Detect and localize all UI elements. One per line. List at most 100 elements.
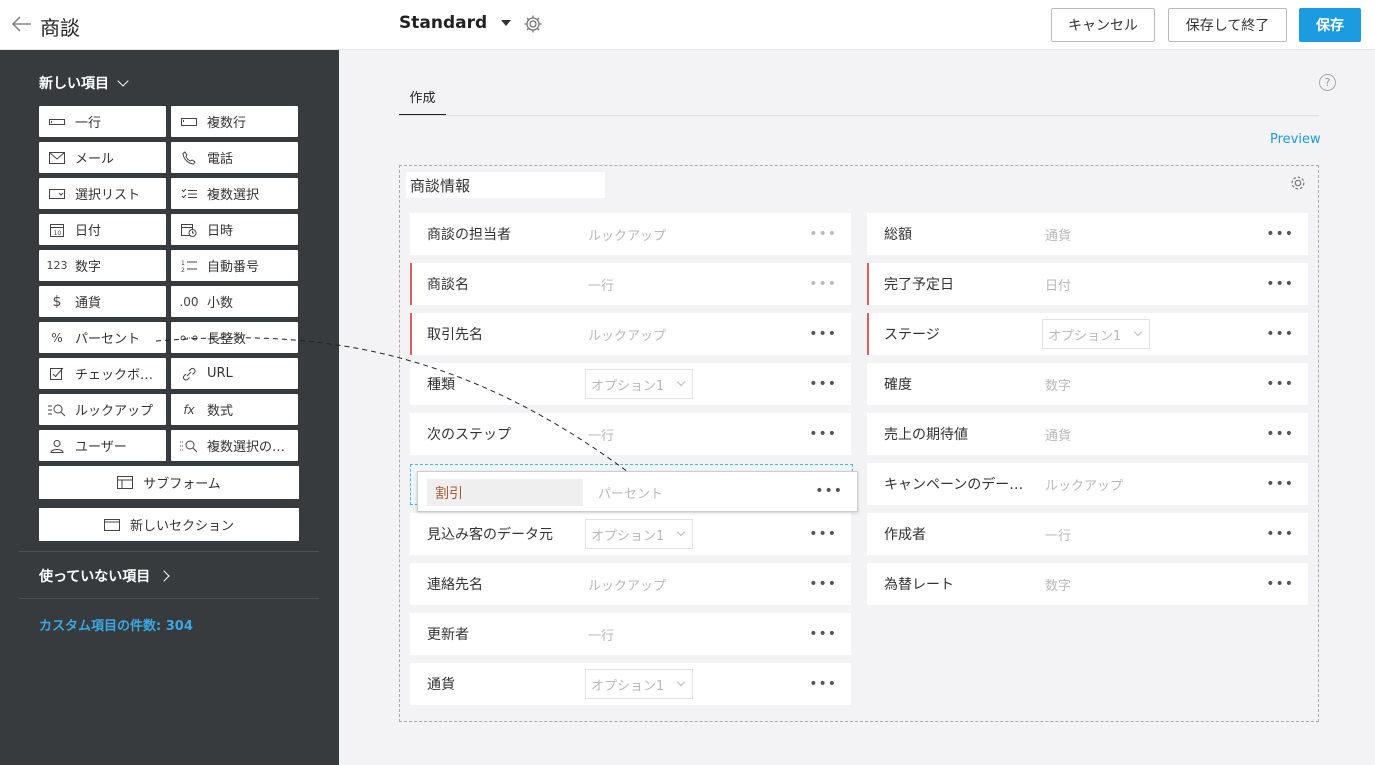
- more-options-icon[interactable]: •••: [809, 526, 837, 542]
- field-row[interactable]: 次のステップ 一行 •••: [410, 413, 851, 455]
- field-row[interactable]: キャンペーンのデー… ルックアップ •••: [867, 463, 1308, 505]
- palette-field-long-integer[interactable]: 長整数: [171, 322, 298, 353]
- field-select-preview: オプション1: [585, 669, 693, 699]
- currency-icon: $: [52, 293, 62, 310]
- palette-field-multi-lookup[interactable]: 複数選択の…: [171, 430, 298, 461]
- field-label[interactable]: 為替レート: [884, 574, 1034, 594]
- more-options-icon[interactable]: •••: [809, 576, 837, 592]
- field-label[interactable]: 見込み客のデータ元: [427, 524, 577, 544]
- sidebar-divider: [19, 551, 319, 552]
- palette-field-decimal[interactable]: .00 小数: [171, 286, 298, 317]
- dragging-field-card[interactable]: 割引 パーセント •••: [417, 471, 858, 512]
- more-options-icon[interactable]: •••: [809, 226, 837, 242]
- palette-field-datetime[interactable]: 日時: [171, 214, 298, 245]
- help-icon[interactable]: ?: [1319, 74, 1336, 91]
- gear-icon[interactable]: [523, 14, 543, 34]
- more-options-icon[interactable]: •••: [1266, 476, 1294, 492]
- field-label[interactable]: 通貨: [427, 674, 577, 694]
- field-row[interactable]: 売上の期待値 通貨 •••: [867, 413, 1308, 455]
- field-label[interactable]: 次のステップ: [427, 424, 577, 444]
- palette-field-label: 自動番号: [207, 260, 260, 275]
- field-row[interactable]: 総額 通貨 •••: [867, 213, 1308, 255]
- more-options-icon[interactable]: •••: [815, 483, 843, 499]
- preview-link[interactable]: Preview: [1270, 132, 1321, 147]
- field-row[interactable]: 商談の担当者 ルックアップ •••: [410, 213, 851, 255]
- more-options-icon[interactable]: •••: [1266, 226, 1294, 242]
- field-row[interactable]: 作成者 一行 •••: [867, 513, 1308, 555]
- layout-selector[interactable]: Standard: [399, 13, 512, 33]
- palette-field-lookup[interactable]: ルックアップ: [39, 394, 166, 425]
- field-row[interactable]: 連絡先名 ルックアップ •••: [410, 563, 851, 605]
- field-label[interactable]: 作成者: [884, 524, 1034, 544]
- palette-field-mail[interactable]: メール: [39, 142, 166, 173]
- field-label[interactable]: 更新者: [427, 624, 577, 644]
- section-title[interactable]: 商談情報: [406, 172, 605, 198]
- field-label[interactable]: キャンペーンのデー…: [884, 474, 1034, 494]
- subform-label: サブフォーム: [143, 477, 221, 492]
- field-label[interactable]: 総額: [884, 224, 1034, 244]
- new-section-button[interactable]: 新しいセクション: [39, 508, 299, 541]
- field-row[interactable]: 見込み客のデータ元 オプション1 •••: [410, 513, 851, 555]
- field-placeholder: 一行: [1045, 528, 1072, 544]
- save-and-close-button[interactable]: 保存して終了: [1168, 8, 1287, 42]
- field-label[interactable]: 完了予定日: [884, 274, 1034, 294]
- subform-button[interactable]: サブフォーム: [39, 466, 299, 499]
- cancel-button[interactable]: キャンセル: [1051, 8, 1155, 42]
- palette-field-picklist[interactable]: 選択リスト: [39, 178, 166, 209]
- field-row[interactable]: 種類 オプション1 •••: [410, 363, 851, 405]
- more-options-icon[interactable]: •••: [1266, 326, 1294, 342]
- palette-field-multiselect[interactable]: 複数選択: [171, 178, 298, 209]
- palette-field-date[interactable]: 10 日付: [39, 214, 166, 245]
- field-label[interactable]: 売上の期待値: [884, 424, 1034, 444]
- field-label[interactable]: 商談の担当者: [427, 224, 577, 244]
- palette-field-phone[interactable]: 電話: [171, 142, 298, 173]
- field-row[interactable]: ステージ オプション1 •••: [867, 313, 1308, 355]
- more-options-icon[interactable]: •••: [809, 326, 837, 342]
- palette-field-number[interactable]: 123 数字: [39, 250, 166, 281]
- field-row[interactable]: 取引先名 ルックアップ •••: [410, 313, 851, 355]
- more-options-icon[interactable]: •••: [1266, 576, 1294, 592]
- save-button[interactable]: 保存: [1299, 8, 1361, 42]
- tab-create[interactable]: 作成: [399, 78, 446, 116]
- palette-field-url[interactable]: URL: [171, 358, 298, 389]
- chevron-down-icon: [676, 677, 686, 687]
- field-label[interactable]: 取引先名: [427, 324, 577, 344]
- more-options-icon[interactable]: •••: [809, 626, 837, 642]
- palette-field-percent[interactable]: % パーセント: [39, 322, 166, 353]
- back-arrow-icon[interactable]: [10, 12, 34, 36]
- palette-field-single-line[interactable]: 一行: [39, 106, 166, 137]
- palette-field-checkbox[interactable]: チェックボ…: [39, 358, 166, 389]
- chevron-right-icon: [158, 570, 170, 582]
- field-row[interactable]: 確度 数字 •••: [867, 363, 1308, 405]
- field-label[interactable]: ステージ: [884, 324, 1034, 344]
- field-label[interactable]: 連絡先名: [427, 574, 577, 594]
- field-placeholder: 一行: [588, 428, 615, 444]
- more-options-icon[interactable]: •••: [809, 426, 837, 442]
- unused-fields-toggle[interactable]: 使っていない項目: [39, 566, 170, 586]
- more-options-icon[interactable]: •••: [809, 676, 837, 692]
- field-label[interactable]: 商談名: [427, 274, 577, 294]
- palette-field-autonumber[interactable]: 1 2 自動番号: [171, 250, 298, 281]
- field-row[interactable]: 商談名 一行 •••: [410, 263, 851, 305]
- field-row[interactable]: 為替レート 数字 •••: [867, 563, 1308, 605]
- more-options-icon[interactable]: •••: [1266, 376, 1294, 392]
- field-label[interactable]: 種類: [427, 374, 577, 394]
- palette-field-label: パーセント: [75, 332, 141, 347]
- field-row[interactable]: 更新者 一行 •••: [410, 613, 851, 655]
- field-row[interactable]: 通貨 オプション1 •••: [410, 663, 851, 705]
- new-fields-toggle[interactable]: 新しい項目: [39, 73, 129, 93]
- more-options-icon[interactable]: •••: [809, 376, 837, 392]
- more-options-icon[interactable]: •••: [809, 276, 837, 292]
- more-options-icon[interactable]: •••: [1266, 426, 1294, 442]
- palette-field-user[interactable]: ユーザー: [39, 430, 166, 461]
- field-row[interactable]: 完了予定日 日付 •••: [867, 263, 1308, 305]
- palette-field-currency[interactable]: $ 通貨: [39, 286, 166, 317]
- more-options-icon[interactable]: •••: [1266, 276, 1294, 292]
- dragging-field-label[interactable]: 割引: [427, 479, 583, 506]
- user-icon: [48, 438, 66, 454]
- section-gear-icon[interactable]: [1289, 174, 1307, 192]
- more-options-icon[interactable]: •••: [1266, 526, 1294, 542]
- palette-field-formula[interactable]: fx 数式: [171, 394, 298, 425]
- field-label[interactable]: 確度: [884, 374, 1034, 394]
- palette-field-multi-line[interactable]: 複数行: [171, 106, 298, 137]
